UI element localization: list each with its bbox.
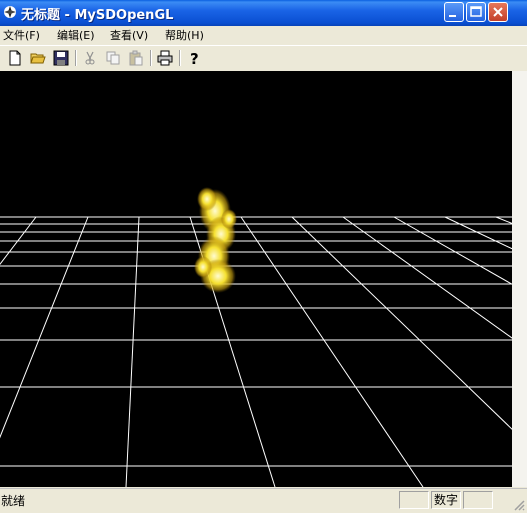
print-button[interactable]: [155, 48, 175, 68]
help-button[interactable]: ?: [184, 48, 204, 68]
scene-canvas: [0, 187, 527, 488]
menu-help[interactable]: 帮助(H): [165, 27, 204, 43]
maximize-icon: [470, 6, 482, 17]
toolbar: ?: [0, 45, 527, 70]
new-button[interactable]: [5, 48, 25, 68]
floor-grid: [0, 216, 527, 488]
opengl-viewport[interactable]: [0, 71, 527, 488]
close-button[interactable]: [488, 2, 508, 22]
paste-button[interactable]: [126, 48, 146, 68]
minimize-icon: [449, 15, 456, 17]
title-bar[interactable]: 无标题 - MySDOpenGL: [0, 0, 527, 26]
close-icon: [493, 7, 503, 17]
toolbar-separator: [179, 50, 181, 66]
save-disk-icon: [53, 50, 69, 66]
window-title: 无标题 - MySDOpenGL: [21, 8, 174, 23]
status-bar: 就绪 数字: [0, 488, 527, 513]
open-folder-icon: [30, 53, 46, 64]
menu-bar: 文件(F) 编辑(E) 查看(V) 帮助(H): [0, 26, 527, 44]
status-panel-caps: [399, 491, 429, 509]
toolbar-separator: [150, 50, 152, 66]
svg-text:?: ?: [190, 50, 199, 66]
cut-button[interactable]: [80, 48, 100, 68]
menu-edit[interactable]: 编辑(E): [57, 27, 95, 43]
new-document-icon: [9, 50, 21, 66]
status-panel-scroll: [463, 491, 493, 509]
viewport-edge: [512, 71, 527, 487]
particle-flame: [194, 187, 237, 293]
menu-file[interactable]: 文件(F): [3, 27, 40, 43]
toolbar-separator: [75, 50, 77, 66]
save-button[interactable]: [51, 48, 71, 68]
copy-button[interactable]: [103, 48, 123, 68]
resize-grip-icon[interactable]: [513, 499, 525, 511]
cut-scissors-icon: [85, 51, 95, 65]
status-panel-num: 数字: [431, 491, 461, 509]
minimize-button[interactable]: [444, 2, 464, 22]
help-question-icon: ?: [190, 50, 199, 66]
print-icon: [157, 50, 173, 66]
status-text: 就绪: [1, 494, 26, 508]
maximize-button[interactable]: [466, 2, 486, 22]
app-icon[interactable]: [2, 4, 18, 20]
menu-view[interactable]: 查看(V): [110, 27, 148, 43]
copy-icon: [106, 51, 120, 65]
paste-icon: [129, 50, 143, 66]
open-button[interactable]: [28, 48, 48, 68]
